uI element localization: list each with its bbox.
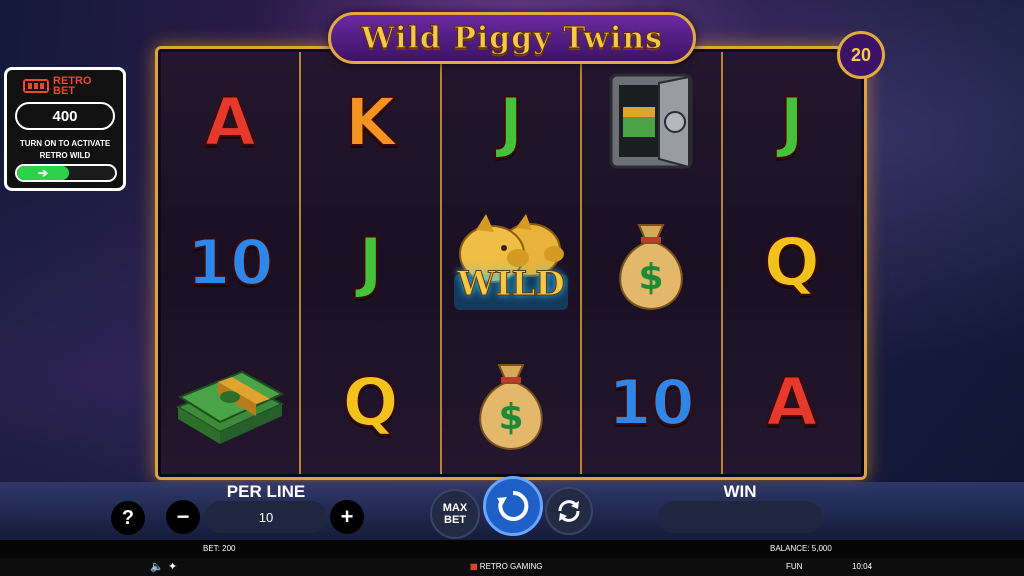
win-value xyxy=(658,501,822,533)
arrow-right-icon: ➔ xyxy=(17,166,69,180)
reel-frame: A 10 K J Q J WILD $ $ 10 J Q A xyxy=(155,46,867,480)
bet-display: BET: 200 xyxy=(203,544,236,553)
balance-display: BALANCE: 5,000 xyxy=(770,544,832,553)
retro-logo-icon xyxy=(23,79,49,93)
autoplay-button[interactable] xyxy=(545,487,593,535)
control-bar: ? PER LINE − 10 + MAX BET WIN xyxy=(0,476,1024,540)
retro-bet-description: TURN ON TO ACTIVATE RETRO WILD xyxy=(9,138,121,162)
footer-bar: 🔈 ✦ ▦ RETRO GAMING FUN 10:04 xyxy=(0,558,1024,576)
spin-icon xyxy=(497,490,529,521)
symbol-j: J xyxy=(498,83,525,162)
svg-text:$: $ xyxy=(639,257,664,298)
max-bet-line1: MAX xyxy=(442,502,468,514)
symbol-k: K xyxy=(344,83,397,162)
win-label: WIN xyxy=(723,482,757,501)
reel-5: J Q A xyxy=(722,52,862,474)
money-bag-icon: $ xyxy=(442,332,580,472)
sound-icon[interactable]: 🔈 xyxy=(150,560,164,573)
brand-text: RETRO GAMING xyxy=(479,562,543,571)
help-button[interactable]: ? xyxy=(111,501,145,535)
wild-piggy-icon: WILD xyxy=(442,192,580,332)
mode-label: FUN xyxy=(786,562,803,571)
retro-wild-toggle[interactable]: ➔ xyxy=(15,164,117,182)
game-title: Wild Piggy Twins xyxy=(360,20,664,56)
symbol-10: 10 xyxy=(607,365,695,440)
per-line-value: 10 xyxy=(205,501,327,533)
brand-logo: ▦ RETRO GAMING xyxy=(470,562,543,571)
per-line-label: PER LINE xyxy=(226,482,306,501)
symbol-a: A xyxy=(765,363,818,442)
symbol-a: A xyxy=(204,83,257,162)
clock: 10:04 xyxy=(852,562,873,571)
turbo-icon[interactable]: ✦ xyxy=(168,560,177,573)
cash-stack-icon xyxy=(161,332,299,472)
reel-3: J WILD $ xyxy=(441,52,583,474)
autoplay-icon xyxy=(558,500,580,522)
symbol-q: Q xyxy=(342,363,400,442)
reel-2: K J Q xyxy=(301,52,442,474)
status-bar: BET: 200 BALANCE: 5,000 xyxy=(0,540,1024,558)
game-title-banner: Wild Piggy Twins xyxy=(328,12,696,64)
retro-logo-bottom: BET xyxy=(53,85,75,97)
retro-bet-panel: RETRO BET 400 TURN ON TO ACTIVATE RETRO W… xyxy=(4,67,126,191)
paylines-badge: 20 xyxy=(837,31,885,79)
spin-button[interactable] xyxy=(483,476,543,536)
symbol-j: J xyxy=(357,223,384,302)
retro-bet-logo: RETRO BET xyxy=(23,76,92,97)
wild-label: WILD xyxy=(457,264,565,305)
reel-4: $ 10 xyxy=(582,52,723,474)
max-bet-line2: BET xyxy=(444,514,466,526)
retro-bet-value: 400 xyxy=(15,102,115,130)
reel-1: A 10 xyxy=(161,52,302,474)
retro-text-line2: RETRO WILD xyxy=(39,151,91,160)
svg-text:$: $ xyxy=(498,397,523,438)
retro-text-line1: TURN ON TO ACTIVATE xyxy=(19,139,111,148)
symbol-q: Q xyxy=(763,223,821,302)
increase-bet-button[interactable]: + xyxy=(330,500,364,534)
money-bag-icon: $ xyxy=(582,192,720,332)
max-bet-button[interactable]: MAX BET xyxy=(430,489,480,539)
symbol-10: 10 xyxy=(186,225,274,300)
symbol-j: J xyxy=(779,83,806,162)
safe-icon xyxy=(582,52,720,192)
decrease-bet-button[interactable]: − xyxy=(166,500,200,534)
